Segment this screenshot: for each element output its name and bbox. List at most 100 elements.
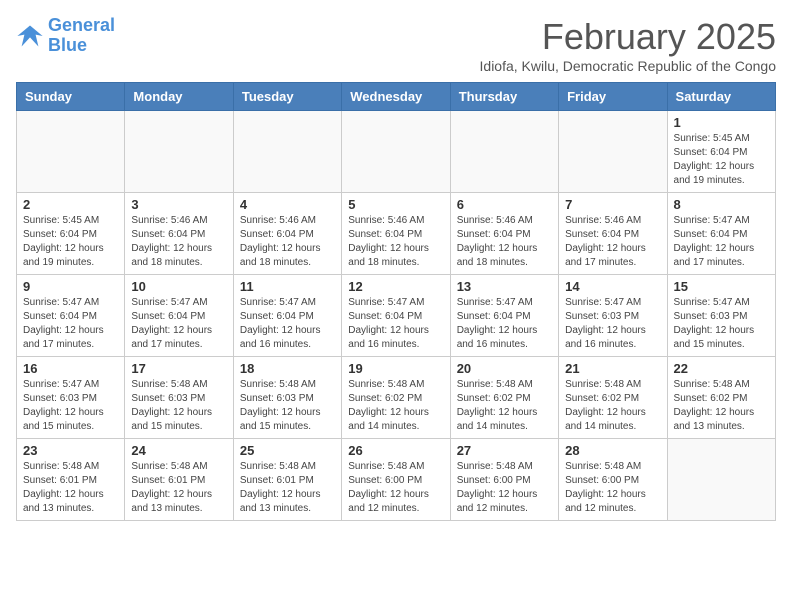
month-title: February 2025 (480, 16, 776, 58)
day-number: 24 (131, 443, 226, 458)
day-number: 1 (674, 115, 769, 130)
day-info: Sunrise: 5:47 AM Sunset: 6:03 PM Dayligh… (674, 296, 769, 352)
calendar-cell: 18 Sunrise: 5:48 AM Sunset: 6:03 PM Dayli… (233, 357, 341, 439)
calendar-cell: 16 Sunrise: 5:47 AM Sunset: 6:03 PM Dayli… (17, 357, 125, 439)
calendar-cell: 5 Sunrise: 5:46 AM Sunset: 6:04 PM Daylig… (342, 193, 450, 275)
calendar-week-row: 23 Sunrise: 5:48 AM Sunset: 6:01 PM Dayli… (17, 439, 776, 521)
calendar-cell (450, 111, 558, 193)
calendar-cell: 17 Sunrise: 5:48 AM Sunset: 6:03 PM Dayli… (125, 357, 233, 439)
day-number: 11 (240, 279, 335, 294)
day-number: 5 (348, 197, 443, 212)
calendar-cell: 3 Sunrise: 5:46 AM Sunset: 6:04 PM Daylig… (125, 193, 233, 275)
day-number: 9 (23, 279, 118, 294)
calendar-cell: 15Sunrise: 5:47 AM Sunset: 6:03 PM Dayli… (667, 275, 775, 357)
day-info: Sunrise: 5:47 AM Sunset: 6:03 PM Dayligh… (23, 378, 118, 434)
calendar-cell: 1 Sunrise: 5:45 AM Sunset: 6:04 PM Daylig… (667, 111, 775, 193)
calendar-cell: 27 Sunrise: 5:48 AM Sunset: 6:00 PM Dayli… (450, 439, 558, 521)
day-number: 19 (348, 361, 443, 376)
calendar-cell: 10 Sunrise: 5:47 AM Sunset: 6:04 PM Dayli… (125, 275, 233, 357)
day-info: Sunrise: 5:46 AM Sunset: 6:04 PM Dayligh… (131, 214, 226, 270)
day-number: 22 (674, 361, 769, 376)
calendar-week-row: 16 Sunrise: 5:47 AM Sunset: 6:03 PM Dayli… (17, 357, 776, 439)
day-info: Sunrise: 5:48 AM Sunset: 6:00 PM Dayligh… (565, 460, 660, 516)
logo-bird-icon (16, 22, 44, 50)
day-number: 14 (565, 279, 660, 294)
day-number: 27 (457, 443, 552, 458)
calendar-cell (667, 439, 775, 521)
day-number: 4 (240, 197, 335, 212)
calendar-table: SundayMondayTuesdayWednesdayThursdayFrid… (16, 82, 776, 521)
calendar-cell: 22 Sunrise: 5:48 AM Sunset: 6:02 PM Dayli… (667, 357, 775, 439)
day-number: 6 (457, 197, 552, 212)
day-number: 2 (23, 197, 118, 212)
calendar-cell: 2 Sunrise: 5:45 AM Sunset: 6:04 PM Daylig… (17, 193, 125, 275)
calendar-header-saturday: Saturday (667, 83, 775, 111)
calendar-week-row: 2 Sunrise: 5:45 AM Sunset: 6:04 PM Daylig… (17, 193, 776, 275)
day-number: 10 (131, 279, 226, 294)
calendar-header-tuesday: Tuesday (233, 83, 341, 111)
calendar-cell: 8 Sunrise: 5:47 AM Sunset: 6:04 PM Daylig… (667, 193, 775, 275)
day-info: Sunrise: 5:48 AM Sunset: 6:00 PM Dayligh… (457, 460, 552, 516)
day-info: Sunrise: 5:48 AM Sunset: 6:01 PM Dayligh… (240, 460, 335, 516)
day-number: 7 (565, 197, 660, 212)
day-info: Sunrise: 5:48 AM Sunset: 6:03 PM Dayligh… (240, 378, 335, 434)
calendar-header-monday: Monday (125, 83, 233, 111)
day-number: 12 (348, 279, 443, 294)
calendar-cell: 9 Sunrise: 5:47 AM Sunset: 6:04 PM Daylig… (17, 275, 125, 357)
calendar-cell: 13 Sunrise: 5:47 AM Sunset: 6:04 PM Dayli… (450, 275, 558, 357)
day-info: Sunrise: 5:48 AM Sunset: 6:02 PM Dayligh… (674, 378, 769, 434)
calendar-cell (233, 111, 341, 193)
day-number: 3 (131, 197, 226, 212)
day-info: Sunrise: 5:45 AM Sunset: 6:04 PM Dayligh… (674, 132, 769, 188)
day-info: Sunrise: 5:48 AM Sunset: 6:02 PM Dayligh… (565, 378, 660, 434)
day-number: 18 (240, 361, 335, 376)
day-info: Sunrise: 5:45 AM Sunset: 6:04 PM Dayligh… (23, 214, 118, 270)
calendar-cell: 14 Sunrise: 5:47 AM Sunset: 6:03 PM Dayli… (559, 275, 667, 357)
day-number: 17 (131, 361, 226, 376)
day-info: Sunrise: 5:46 AM Sunset: 6:04 PM Dayligh… (565, 214, 660, 270)
calendar-header-thursday: Thursday (450, 83, 558, 111)
logo: General Blue (16, 16, 115, 56)
day-number: 23 (23, 443, 118, 458)
calendar-week-row: 9 Sunrise: 5:47 AM Sunset: 6:04 PM Daylig… (17, 275, 776, 357)
day-info: Sunrise: 5:48 AM Sunset: 6:01 PM Dayligh… (131, 460, 226, 516)
day-number: 20 (457, 361, 552, 376)
calendar-header-sunday: Sunday (17, 83, 125, 111)
calendar-cell: 26 Sunrise: 5:48 AM Sunset: 6:00 PM Dayli… (342, 439, 450, 521)
calendar-cell: 7 Sunrise: 5:46 AM Sunset: 6:04 PM Daylig… (559, 193, 667, 275)
day-info: Sunrise: 5:47 AM Sunset: 6:04 PM Dayligh… (457, 296, 552, 352)
calendar-cell: 23 Sunrise: 5:48 AM Sunset: 6:01 PM Dayli… (17, 439, 125, 521)
logo-text: General Blue (48, 16, 115, 56)
calendar-cell: 11Sunrise: 5:47 AM Sunset: 6:04 PM Dayli… (233, 275, 341, 357)
calendar-header-friday: Friday (559, 83, 667, 111)
day-number: 16 (23, 361, 118, 376)
day-info: Sunrise: 5:47 AM Sunset: 6:04 PM Dayligh… (131, 296, 226, 352)
location-subtitle: Idiofa, Kwilu, Democratic Republic of th… (480, 58, 776, 74)
day-number: 28 (565, 443, 660, 458)
calendar-header-wednesday: Wednesday (342, 83, 450, 111)
page-header: General Blue February 2025 Idiofa, Kwilu… (16, 16, 776, 74)
calendar-cell: 24 Sunrise: 5:48 AM Sunset: 6:01 PM Dayli… (125, 439, 233, 521)
day-info: Sunrise: 5:47 AM Sunset: 6:04 PM Dayligh… (674, 214, 769, 270)
day-info: Sunrise: 5:46 AM Sunset: 6:04 PM Dayligh… (348, 214, 443, 270)
calendar-cell: 20Sunrise: 5:48 AM Sunset: 6:02 PM Dayli… (450, 357, 558, 439)
day-info: Sunrise: 5:48 AM Sunset: 6:02 PM Dayligh… (348, 378, 443, 434)
day-info: Sunrise: 5:47 AM Sunset: 6:04 PM Dayligh… (348, 296, 443, 352)
calendar-cell: 28 Sunrise: 5:48 AM Sunset: 6:00 PM Dayli… (559, 439, 667, 521)
day-number: 21 (565, 361, 660, 376)
calendar-cell (342, 111, 450, 193)
day-info: Sunrise: 5:48 AM Sunset: 6:03 PM Dayligh… (131, 378, 226, 434)
calendar-cell: 25Sunrise: 5:48 AM Sunset: 6:01 PM Dayli… (233, 439, 341, 521)
day-number: 13 (457, 279, 552, 294)
calendar-cell: 4Sunrise: 5:46 AM Sunset: 6:04 PM Daylig… (233, 193, 341, 275)
calendar-week-row: 1 Sunrise: 5:45 AM Sunset: 6:04 PM Daylig… (17, 111, 776, 193)
calendar-cell (125, 111, 233, 193)
title-section: February 2025 Idiofa, Kwilu, Democratic … (480, 16, 776, 74)
day-number: 26 (348, 443, 443, 458)
day-number: 8 (674, 197, 769, 212)
day-info: Sunrise: 5:48 AM Sunset: 6:00 PM Dayligh… (348, 460, 443, 516)
calendar-cell: 19 Sunrise: 5:48 AM Sunset: 6:02 PM Dayli… (342, 357, 450, 439)
day-info: Sunrise: 5:48 AM Sunset: 6:01 PM Dayligh… (23, 460, 118, 516)
day-info: Sunrise: 5:47 AM Sunset: 6:03 PM Dayligh… (565, 296, 660, 352)
day-info: Sunrise: 5:47 AM Sunset: 6:04 PM Dayligh… (23, 296, 118, 352)
